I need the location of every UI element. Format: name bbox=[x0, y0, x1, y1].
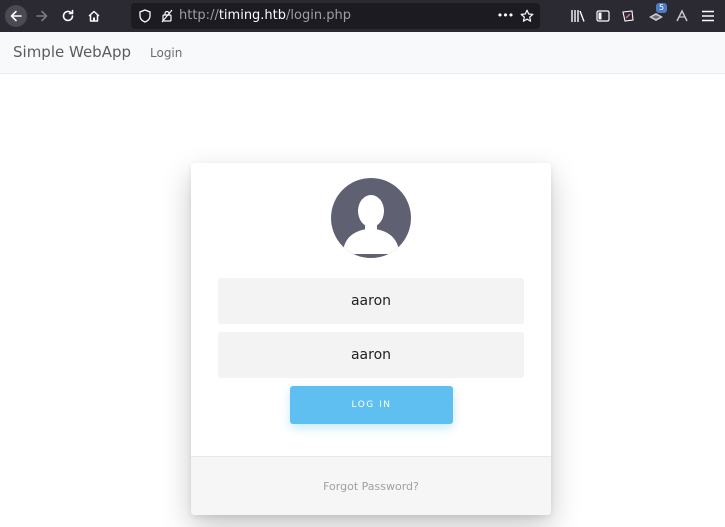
overflow-menu-icon[interactable] bbox=[698, 6, 718, 26]
nav-login-link[interactable]: Login bbox=[150, 46, 182, 60]
library-icon[interactable] bbox=[568, 6, 588, 26]
username-field[interactable] bbox=[218, 278, 524, 324]
url-bar[interactable]: http://timing.htb/login.php ••• bbox=[131, 3, 540, 29]
user-avatar-icon bbox=[331, 178, 411, 258]
arrow-left-icon bbox=[10, 10, 22, 22]
insecure-lock-icon[interactable] bbox=[157, 6, 177, 26]
login-card: LOG IN Forgot Password? bbox=[191, 163, 551, 515]
forgot-password-link[interactable]: Forgot Password? bbox=[323, 480, 419, 493]
page-actions-menu-icon[interactable]: ••• bbox=[495, 5, 515, 25]
arrow-right-icon bbox=[36, 10, 48, 22]
card-footer: Forgot Password? bbox=[191, 456, 551, 515]
login-button[interactable]: LOG IN bbox=[290, 386, 453, 424]
reload-button[interactable] bbox=[56, 4, 80, 28]
navbar-brand[interactable]: Simple WebApp bbox=[13, 43, 131, 61]
back-button[interactable] bbox=[5, 5, 27, 27]
app-navbar: Simple WebApp Login bbox=[0, 32, 725, 74]
password-field[interactable] bbox=[218, 332, 524, 378]
shield-icon[interactable] bbox=[135, 6, 155, 26]
bookmark-star-icon[interactable] bbox=[517, 6, 537, 26]
extension-badge: 5 bbox=[656, 3, 667, 13]
home-button[interactable] bbox=[82, 4, 106, 28]
url-path: /login.php bbox=[286, 8, 351, 23]
url-protocol: http:// bbox=[179, 8, 219, 23]
wappalyzer-extension-icon[interactable] bbox=[672, 6, 692, 26]
home-icon bbox=[88, 10, 100, 22]
url-host: timing.htb bbox=[218, 8, 287, 23]
reload-icon bbox=[62, 9, 74, 22]
forward-button[interactable] bbox=[30, 4, 54, 28]
url-text: http://timing.htb/login.php bbox=[179, 8, 351, 23]
sidebar-icon[interactable] bbox=[593, 6, 613, 26]
browser-toolbar: http://timing.htb/login.php ••• 5 bbox=[0, 0, 725, 32]
devtools-extension-icon[interactable] bbox=[618, 6, 638, 26]
